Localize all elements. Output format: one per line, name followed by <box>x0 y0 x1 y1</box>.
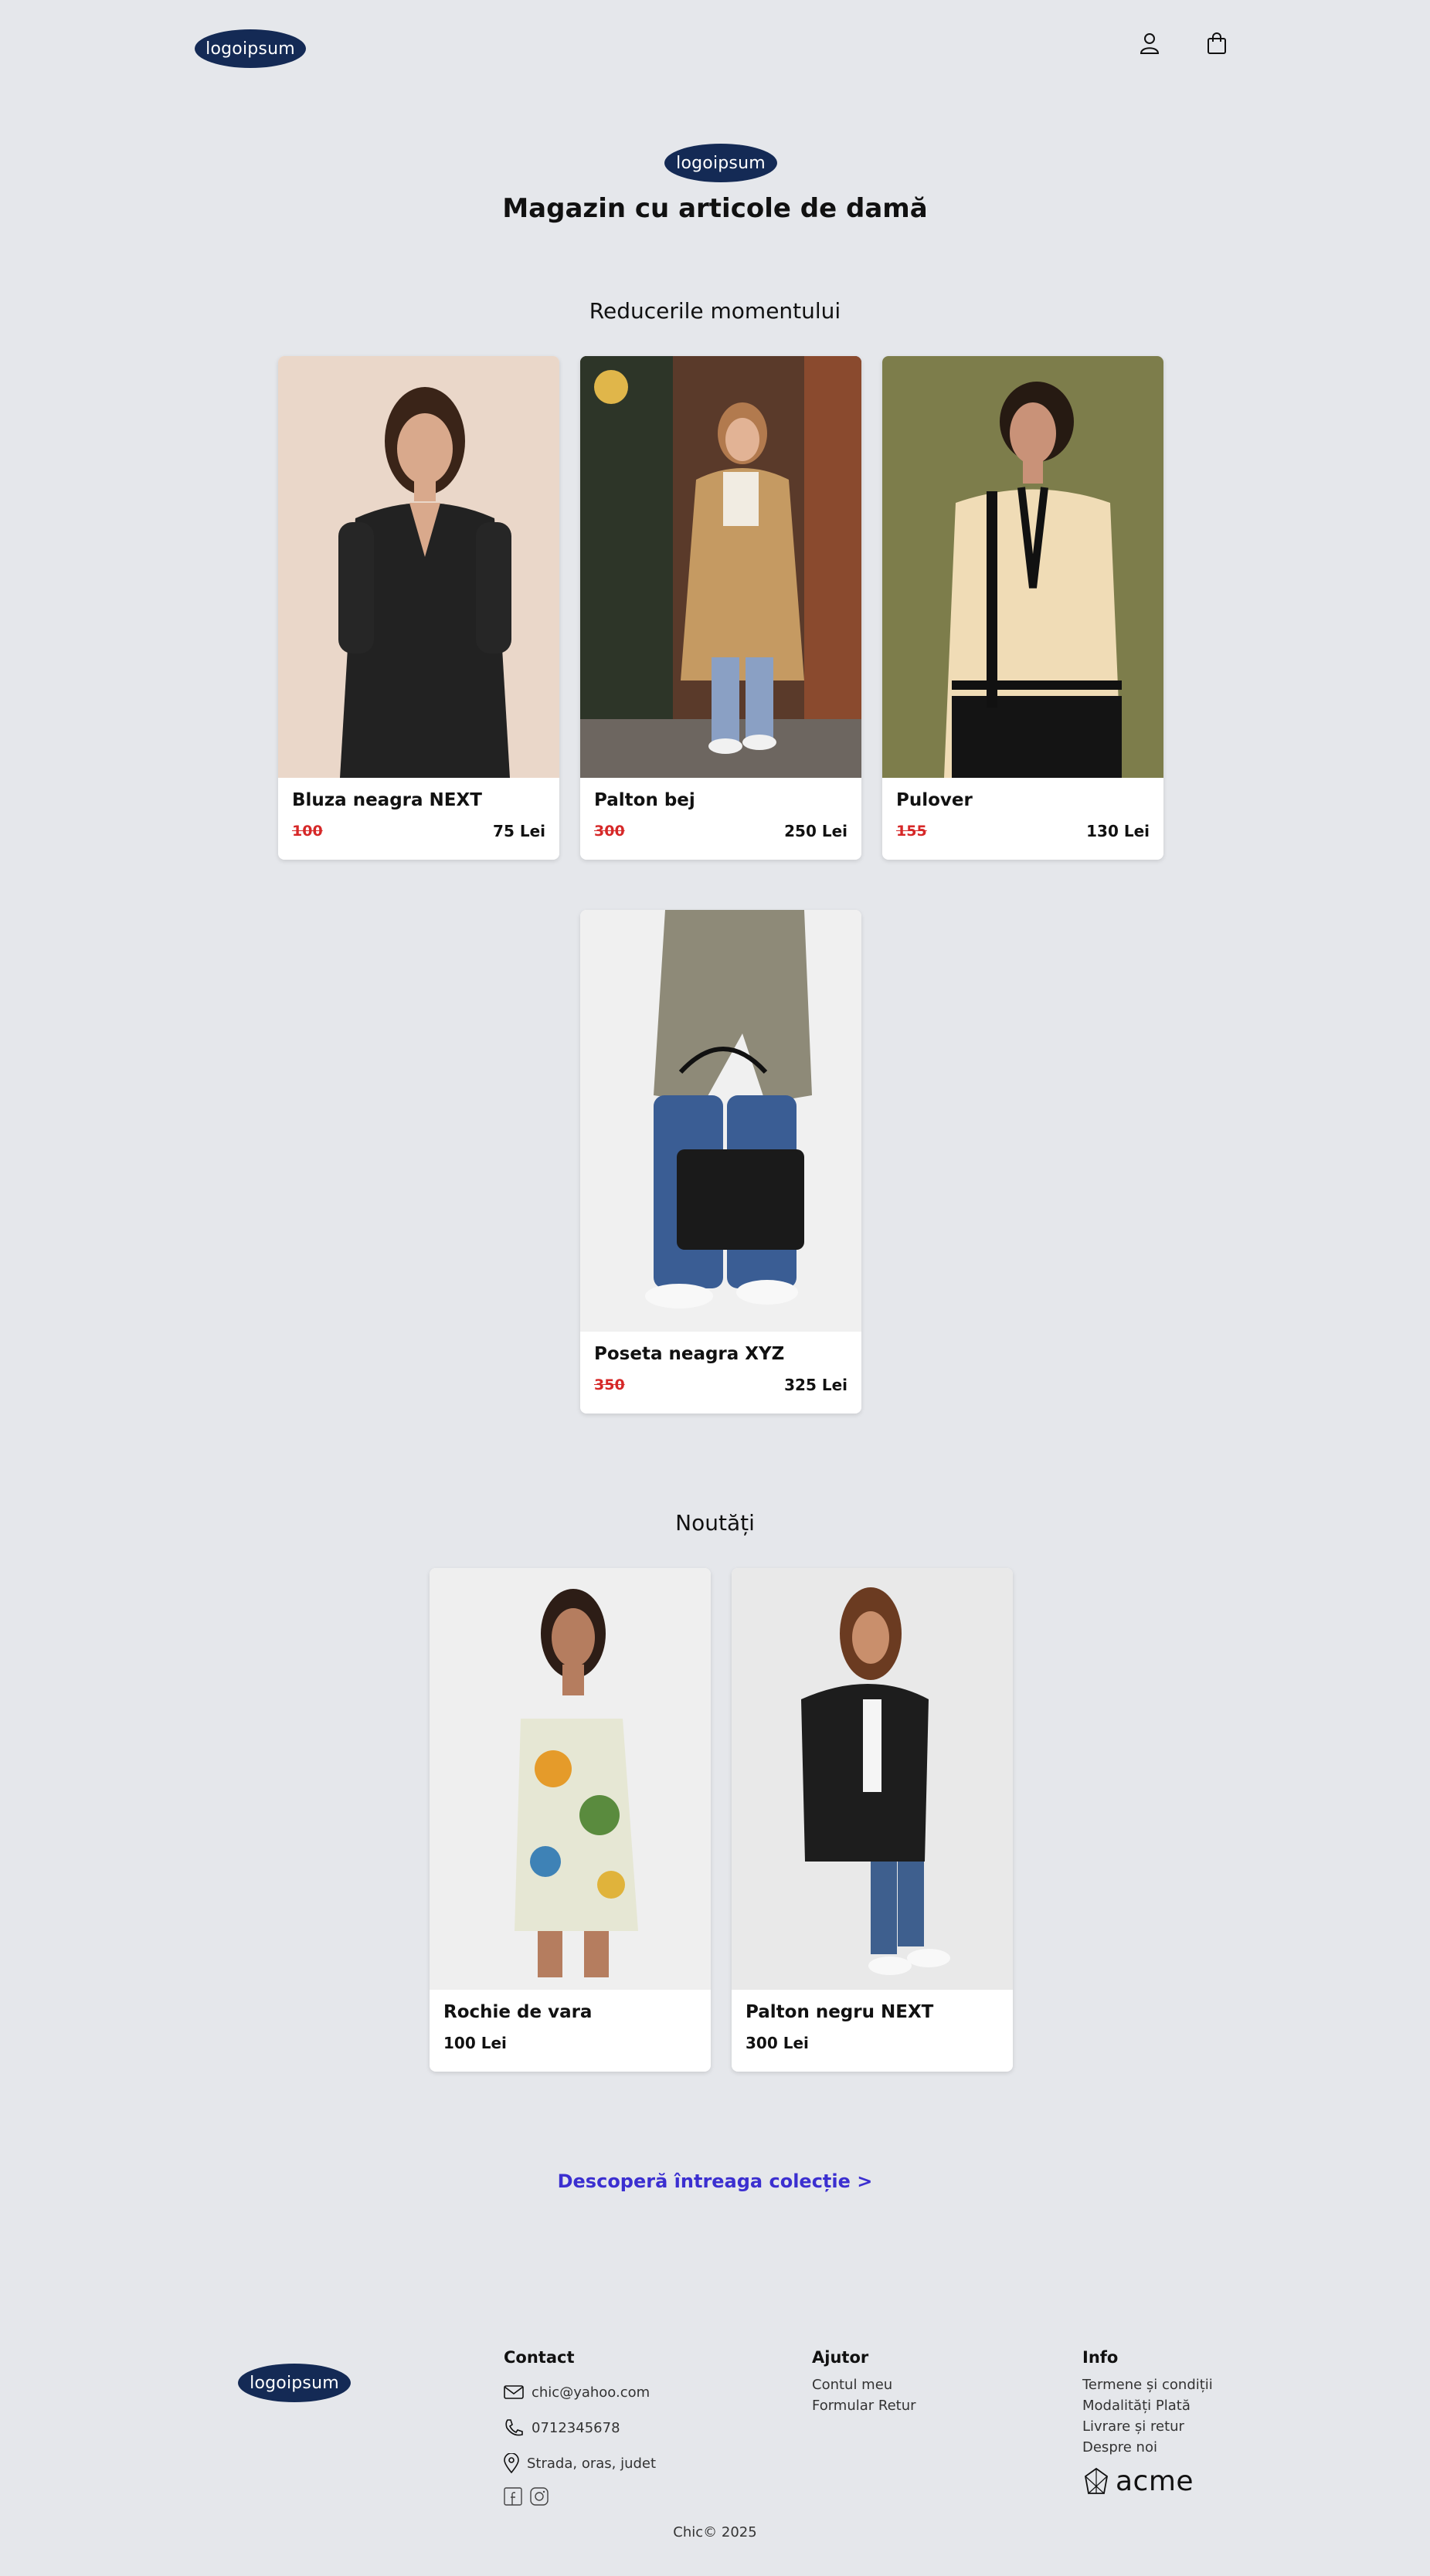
mail-icon <box>504 2385 524 2399</box>
contact-email[interactable]: chic@yahoo.com <box>532 2384 650 2401</box>
product-name: Bluza neagra NEXT <box>292 790 482 810</box>
shopping-bag-icon[interactable] <box>1201 28 1232 59</box>
contact-address-row: Strada, oras, judet <box>504 2445 656 2481</box>
product-name: Rochie de vara <box>443 2002 593 2022</box>
social-links <box>504 2487 656 2506</box>
info-heading: Info <box>1082 2348 1119 2367</box>
acme-logo-text: acme <box>1116 2466 1194 2497</box>
contact-phone-row[interactable]: 0712345678 <box>504 2410 656 2445</box>
product-image <box>580 356 861 778</box>
product-image <box>732 1568 1013 1990</box>
contact-email-row[interactable]: chic@yahoo.com <box>504 2374 656 2410</box>
product-image <box>882 356 1163 778</box>
location-pin-icon <box>504 2453 519 2473</box>
footer-link-payment[interactable]: Modalități Plată <box>1082 2395 1213 2416</box>
product-price: 75 Lei <box>493 822 545 840</box>
phone-icon <box>505 2419 523 2436</box>
product-old-price: 100 <box>292 823 323 840</box>
product-price: 100 Lei <box>443 2034 507 2052</box>
product-price: 300 Lei <box>746 2034 809 2052</box>
header-logo[interactable]: logoipsum <box>195 29 306 68</box>
new-arrivals-title: Noutăți <box>675 1510 755 1536</box>
product-image <box>278 356 559 778</box>
product-price: 325 Lei <box>784 1376 847 1394</box>
product-price: 250 Lei <box>784 822 847 840</box>
footer-link-delivery[interactable]: Livrare și retur <box>1082 2416 1213 2437</box>
product-old-price: 300 <box>594 823 625 840</box>
footer-help: Ajutor Contul meu Formular Retur <box>812 2348 916 2416</box>
footer-info: Info Termene și condiții Modalități Plat… <box>1082 2348 1213 2458</box>
contact-address: Strada, oras, judet <box>527 2455 657 2472</box>
hero-logo: logoipsum <box>664 144 777 182</box>
product-name: Palton negru NEXT <box>746 2002 934 2022</box>
product-image <box>430 1568 711 1990</box>
help-heading: Ajutor <box>812 2348 869 2367</box>
user-icon[interactable] <box>1134 28 1165 59</box>
page-title: Magazin cu articole de damă <box>502 193 928 224</box>
footer-link-return-form[interactable]: Formular Retur <box>812 2395 916 2416</box>
product-card[interactable]: Palton bej 300 250 Lei <box>580 356 861 860</box>
footer-link-my-account[interactable]: Contul meu <box>812 2374 916 2395</box>
product-price: 130 Lei <box>1086 822 1150 840</box>
footer-contact: Contact chic@yahoo.com 0712345678 Strada… <box>504 2348 656 2506</box>
product-old-price: 350 <box>594 1376 625 1393</box>
product-name: Palton bej <box>594 790 695 810</box>
product-name: Pulover <box>896 790 973 810</box>
contact-heading: Contact <box>504 2348 575 2367</box>
copyright: Chic© 2025 <box>673 2524 757 2540</box>
footer-link-terms[interactable]: Termene și condiții <box>1082 2374 1213 2395</box>
facebook-icon[interactable] <box>504 2487 522 2506</box>
footer-link-about[interactable]: Despre noi <box>1082 2437 1213 2458</box>
product-card[interactable]: Pulover 155 130 Lei <box>882 356 1163 860</box>
product-card[interactable]: Bluza neagra NEXT 100 75 Lei <box>278 356 559 860</box>
acme-logo: acme <box>1083 2466 1194 2497</box>
instagram-icon[interactable] <box>530 2487 549 2506</box>
sale-section-title: Reducerile momentului <box>589 298 841 324</box>
discover-collection-link[interactable]: Descoperă întreaga colecție > <box>0 2170 1430 2192</box>
product-old-price: 155 <box>896 823 927 840</box>
contact-phone[interactable]: 0712345678 <box>532 2420 620 2436</box>
product-card[interactable]: Poseta neagra XYZ 350 325 Lei <box>580 910 861 1414</box>
product-card[interactable]: Rochie de vara 100 Lei <box>430 1568 711 2072</box>
product-card[interactable]: Palton negru NEXT 300 Lei <box>732 1568 1013 2072</box>
product-name: Poseta neagra XYZ <box>594 1344 785 1364</box>
footer-logo[interactable]: logoipsum <box>238 2364 351 2402</box>
acme-logo-icon <box>1085 2467 1108 2494</box>
product-image <box>580 910 861 1332</box>
